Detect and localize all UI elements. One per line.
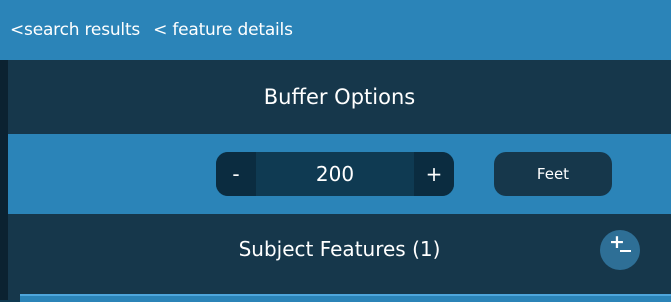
buffer-options-header: Buffer Options [8, 60, 671, 134]
unit-selector-button[interactable]: Feet [494, 152, 612, 196]
buffer-options-title: Buffer Options [263, 85, 416, 109]
buffer-distance-stepper: - 200 + [216, 152, 454, 196]
subject-features-title: Subject Features (1) [238, 237, 441, 261]
add-remove-feature-button[interactable]: + [600, 230, 640, 270]
feature-details-link[interactable]: < feature details [153, 20, 293, 40]
subject-features-list [8, 284, 671, 302]
search-results-link[interactable]: <search results [10, 20, 140, 40]
left-edge-strip [0, 60, 8, 300]
decrement-button[interactable]: - [216, 152, 256, 196]
breadcrumb: <search results < feature details [0, 0, 671, 60]
increment-button[interactable]: + [414, 152, 454, 196]
list-item[interactable] [20, 294, 671, 302]
buffer-controls: - 200 + Feet [8, 134, 671, 214]
subject-features-header: Subject Features (1) + [8, 214, 671, 284]
buffer-distance-value[interactable]: 200 [256, 152, 414, 196]
